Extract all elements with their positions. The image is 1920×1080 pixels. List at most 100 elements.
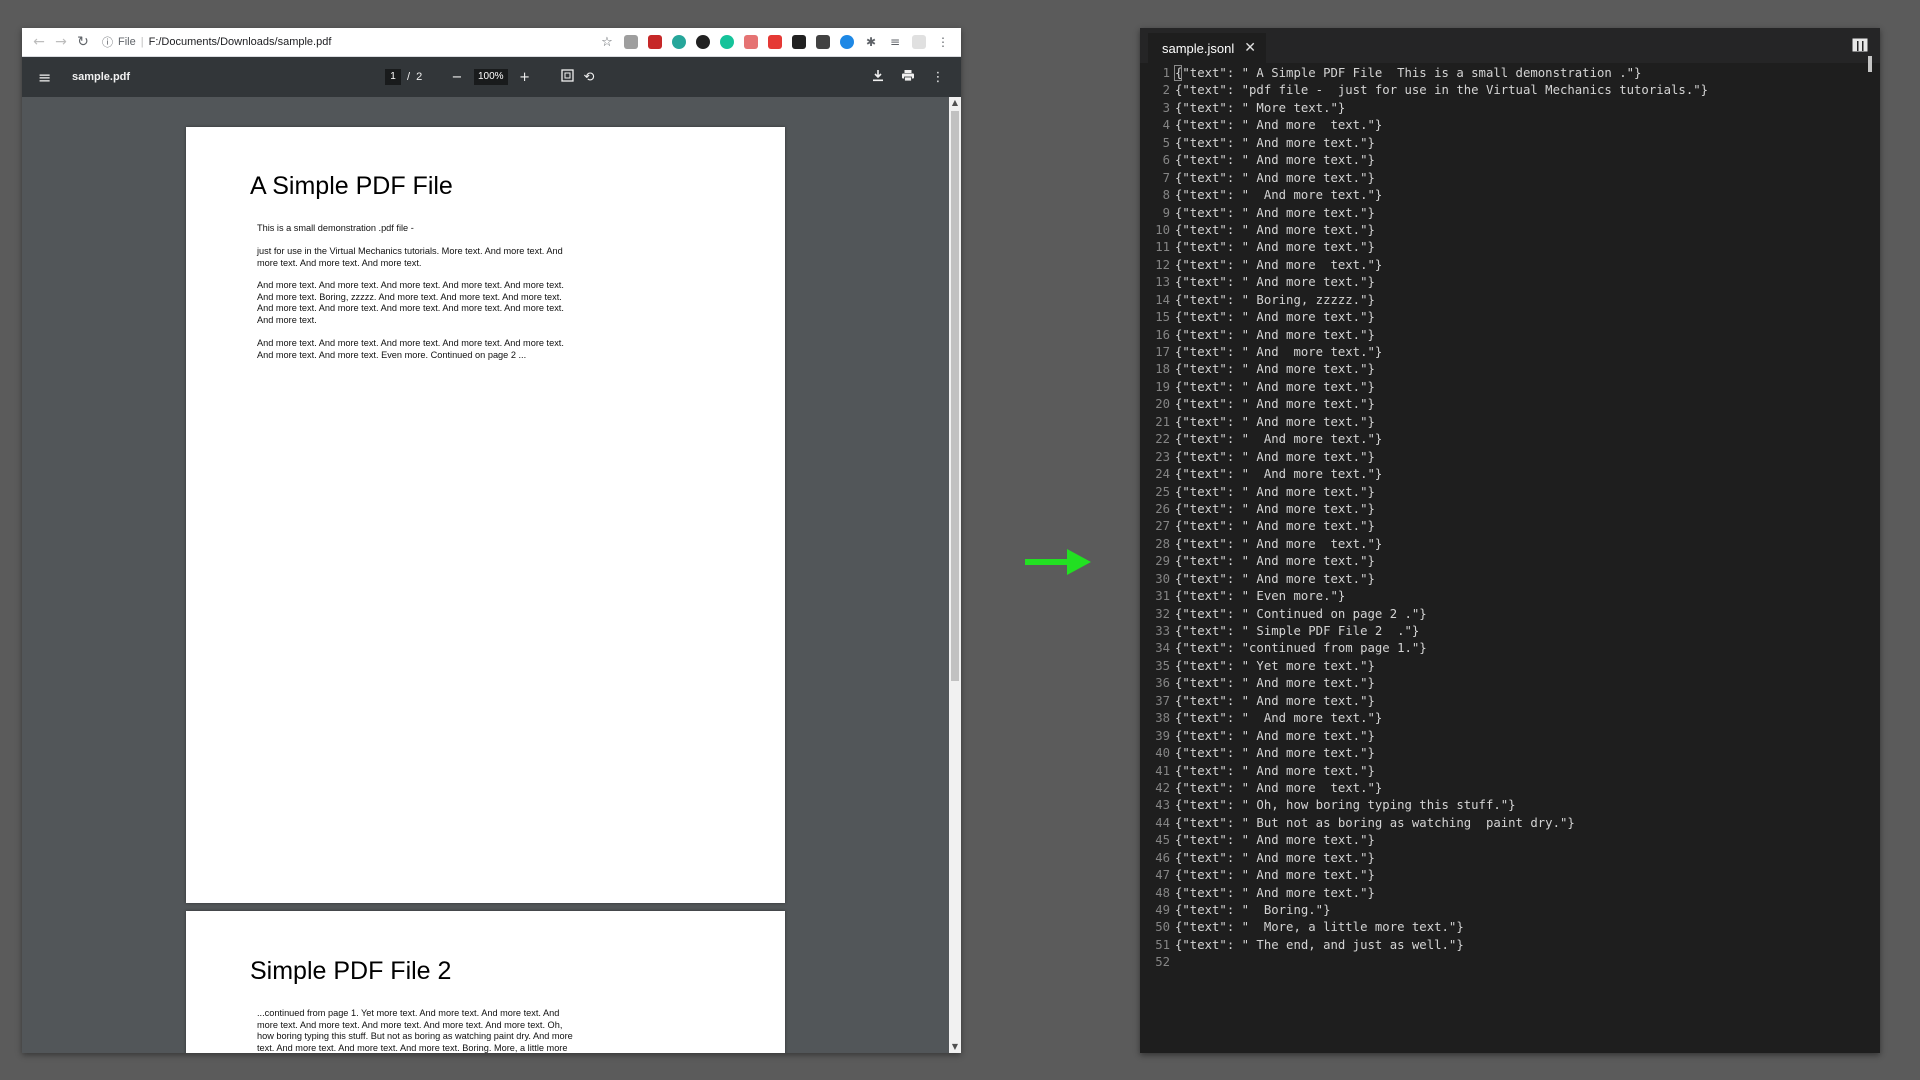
- browser-menu-icon[interactable]: ⋮: [936, 35, 950, 49]
- code-line[interactable]: 18 {"text": " And more text."}: [1140, 361, 1880, 378]
- code-line[interactable]: 23 {"text": " And more text."}: [1140, 449, 1880, 466]
- extension-video-icon[interactable]: [768, 35, 782, 49]
- extension-person-icon[interactable]: [816, 35, 830, 49]
- zoom-level-input[interactable]: 100%: [474, 69, 508, 85]
- line-number: 8: [1162, 188, 1170, 203]
- code-line[interactable]: 2 {"text": "pdf file - just for use in th…: [1140, 82, 1880, 99]
- zoom-in-icon[interactable]: +: [514, 70, 536, 85]
- reading-list-icon[interactable]: ≡: [888, 35, 902, 49]
- split-editor-icon[interactable]: [1852, 38, 1868, 52]
- pdf-viewer[interactable]: A Simple PDF File This is a small demons…: [22, 97, 961, 1053]
- extension-grid-icon[interactable]: [912, 35, 926, 49]
- code-line[interactable]: 48 {"text": " And more text."}: [1140, 885, 1880, 902]
- code-line[interactable]: 5 {"text": " And more text."}: [1140, 135, 1880, 152]
- code-line[interactable]: 27 {"text": " And more text."}: [1140, 518, 1880, 535]
- code-line[interactable]: 44 {"text": " But not as boring as watchi…: [1140, 815, 1880, 832]
- code-line[interactable]: 42 {"text": " And more text."}: [1140, 780, 1880, 797]
- code-line[interactable]: 40 {"text": " And more text."}: [1140, 745, 1880, 762]
- code-line[interactable]: 3 {"text": " More text."}: [1140, 100, 1880, 117]
- close-icon[interactable]: ✕: [1244, 40, 1256, 56]
- code-line[interactable]: 16 {"text": " And more text."}: [1140, 327, 1880, 344]
- code-line[interactable]: 51 {"text": " The end, and just as well."…: [1140, 937, 1880, 954]
- bookmark-star-icon[interactable]: ☆: [600, 35, 614, 50]
- code-line[interactable]: 8 {"text": " And more text."}: [1140, 187, 1880, 204]
- rotate-icon[interactable]: ⟲: [578, 70, 600, 85]
- scroll-up-icon[interactable]: ▲: [949, 97, 961, 109]
- code-line[interactable]: 26 {"text": " And more text."}: [1140, 501, 1880, 518]
- print-icon[interactable]: [897, 69, 919, 86]
- download-icon[interactable]: [867, 69, 889, 86]
- code-line[interactable]: 46 {"text": " And more text."}: [1140, 850, 1880, 867]
- code-line[interactable]: 33 {"text": " Simple PDF File 2 ."}: [1140, 623, 1880, 640]
- code-line[interactable]: 13 {"text": " And more text."}: [1140, 274, 1880, 291]
- code-line[interactable]: 34 {"text": "continued from page 1."}: [1140, 640, 1880, 657]
- extensions-puzzle-icon[interactable]: ✱: [864, 35, 878, 49]
- code-line[interactable]: 15 {"text": " And more text."}: [1140, 309, 1880, 326]
- code-line[interactable]: 11 {"text": " And more text."}: [1140, 239, 1880, 256]
- back-icon[interactable]: ←: [28, 31, 50, 53]
- editor-tab-bar: sample.jsonl ✕: [1140, 28, 1880, 63]
- extension-chat-icon[interactable]: [840, 35, 854, 49]
- hamburger-menu-icon[interactable]: ≡: [38, 68, 58, 87]
- extension-grammar-icon[interactable]: [720, 35, 734, 49]
- info-icon[interactable]: ⓘ: [102, 34, 113, 50]
- code-line[interactable]: 37 {"text": " And more text."}: [1140, 693, 1880, 710]
- code-line[interactable]: 14 {"text": " Boring, zzzzz."}: [1140, 292, 1880, 309]
- code-line[interactable]: 43 {"text": " Oh, how boring typing this …: [1140, 797, 1880, 814]
- line-content: {"text": " And more text."}: [1175, 275, 1375, 290]
- page-paragraph: And more text. And more text. And more t…: [257, 280, 564, 326]
- code-line[interactable]: 29 {"text": " And more text."}: [1140, 553, 1880, 570]
- code-line[interactable]: 49 {"text": " Boring."}: [1140, 902, 1880, 919]
- code-line[interactable]: 38 {"text": " And more text."}: [1140, 710, 1880, 727]
- extension-bookmark-icon[interactable]: [792, 35, 806, 49]
- code-line[interactable]: 6 {"text": " And more text."}: [1140, 152, 1880, 169]
- code-line[interactable]: 45 {"text": " And more text."}: [1140, 832, 1880, 849]
- viewer-scrollbar[interactable]: ▲ ▼: [949, 97, 961, 1053]
- line-content: {"text": " Oh, how boring typing this st…: [1175, 798, 1516, 813]
- code-line[interactable]: 36 {"text": " And more text."}: [1140, 675, 1880, 692]
- code-line[interactable]: 19 {"text": " And more text."}: [1140, 379, 1880, 396]
- url-input[interactable]: F:/Documents/Downloads/sample.pdf: [149, 36, 595, 48]
- code-line[interactable]: 41 {"text": " And more text."}: [1140, 763, 1880, 780]
- fit-page-icon[interactable]: [556, 68, 578, 86]
- code-line[interactable]: 1 {"text": " A Simple PDF File This is a …: [1140, 65, 1880, 82]
- code-line[interactable]: 30 {"text": " And more text."}: [1140, 571, 1880, 588]
- code-line[interactable]: 31 {"text": " Even more."}: [1140, 588, 1880, 605]
- more-options-icon[interactable]: ⋮: [927, 70, 949, 85]
- code-line[interactable]: 21 {"text": " And more text."}: [1140, 414, 1880, 431]
- extension-shield-icon[interactable]: [648, 35, 662, 49]
- code-line[interactable]: 4 {"text": " And more text."}: [1140, 117, 1880, 134]
- page-number-input[interactable]: 1: [385, 69, 401, 85]
- code-line[interactable]: 39 {"text": " And more text."}: [1140, 728, 1880, 745]
- code-line[interactable]: 25 {"text": " And more text."}: [1140, 484, 1880, 501]
- code-line[interactable]: 52: [1140, 954, 1880, 971]
- extension-globe-icon[interactable]: [672, 35, 686, 49]
- scroll-thumb[interactable]: [951, 111, 959, 681]
- code-line[interactable]: 35 {"text": " Yet more text."}: [1140, 658, 1880, 675]
- zoom-out-icon[interactable]: −: [446, 70, 468, 85]
- extension-printer-icon[interactable]: [624, 35, 638, 49]
- scroll-indicator[interactable]: [1868, 56, 1872, 72]
- code-area[interactable]: 1 {"text": " A Simple PDF File This is a …: [1140, 65, 1880, 1045]
- code-line[interactable]: 28 {"text": " And more text."}: [1140, 536, 1880, 553]
- page-separator: /: [407, 71, 411, 83]
- code-line[interactable]: 7 {"text": " And more text."}: [1140, 170, 1880, 187]
- editor-tab[interactable]: sample.jsonl ✕: [1148, 33, 1266, 63]
- code-line[interactable]: 20 {"text": " And more text."}: [1140, 396, 1880, 413]
- text-cursor: [1174, 65, 1182, 81]
- code-line[interactable]: 50 {"text": " More, a little more text."}: [1140, 919, 1880, 936]
- scroll-down-icon[interactable]: ▼: [949, 1041, 961, 1053]
- code-line[interactable]: 22 {"text": " And more text."}: [1140, 431, 1880, 448]
- reload-icon[interactable]: ↻: [72, 31, 94, 53]
- code-line[interactable]: 32 {"text": " Continued on page 2 ."}: [1140, 606, 1880, 623]
- code-line[interactable]: 10 {"text": " And more text."}: [1140, 222, 1880, 239]
- extension-clip-icon[interactable]: [744, 35, 758, 49]
- code-line[interactable]: 9 {"text": " And more text."}: [1140, 205, 1880, 222]
- extension-letter-icon[interactable]: [696, 35, 710, 49]
- code-line[interactable]: 47 {"text": " And more text."}: [1140, 867, 1880, 884]
- code-line[interactable]: 24 {"text": " And more text."}: [1140, 466, 1880, 483]
- code-line[interactable]: 17 {"text": " And more text."}: [1140, 344, 1880, 361]
- line-number: 27: [1155, 519, 1170, 534]
- forward-icon[interactable]: →: [50, 31, 72, 53]
- code-line[interactable]: 12 {"text": " And more text."}: [1140, 257, 1880, 274]
